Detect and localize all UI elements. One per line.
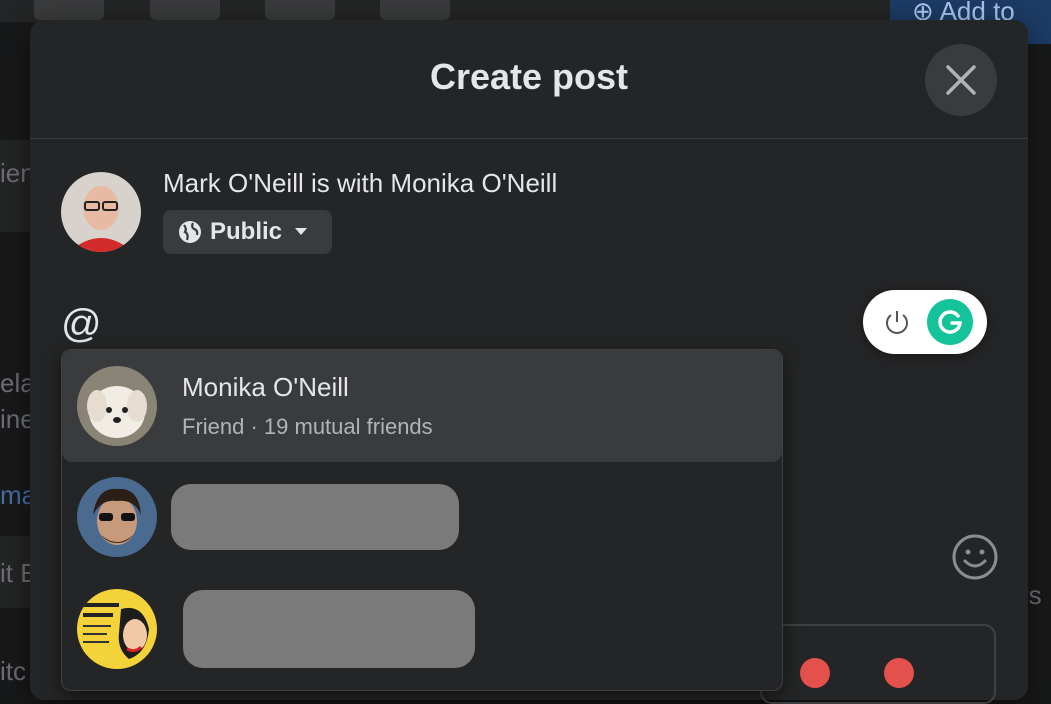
- close-button[interactable]: [925, 44, 997, 116]
- caret-down-icon: [295, 228, 308, 235]
- author-avatar[interactable]: [61, 172, 141, 252]
- background-text: itc: [0, 656, 26, 686]
- mention-subtitle: Friend · 19 mutual friends: [182, 414, 433, 439]
- redacted-name: [183, 590, 475, 668]
- post-composer-input[interactable]: @: [61, 302, 102, 347]
- background-photo: [150, 0, 220, 20]
- avatar: [77, 366, 157, 446]
- background-photo: [34, 0, 104, 20]
- grammarly-power-button[interactable]: [877, 302, 917, 342]
- power-icon: [886, 311, 908, 334]
- emoji-button[interactable]: [950, 532, 1000, 582]
- audience-selector[interactable]: Public: [163, 210, 332, 254]
- tag-icon[interactable]: [884, 658, 914, 688]
- grammarly-button[interactable]: [927, 299, 973, 345]
- photo-icon[interactable]: [800, 658, 830, 688]
- mention-item[interactable]: [62, 462, 782, 574]
- mention-item[interactable]: Monika O'Neill Friend · 19 mutual friend…: [62, 350, 782, 462]
- close-icon: [946, 65, 976, 95]
- redacted-name: [171, 484, 459, 550]
- mention-item[interactable]: [62, 574, 782, 686]
- mention-name: Monika O'Neill: [182, 372, 349, 402]
- add-to-post-bar: [760, 624, 996, 704]
- avatar: [77, 477, 157, 557]
- grammarly-icon: [938, 310, 962, 334]
- grammarly-widget: [863, 290, 987, 354]
- mention-suggestions: Monika O'Neill Friend · 19 mutual friend…: [61, 349, 783, 691]
- author-line: Mark O'Neill is with Monika O'Neill: [163, 168, 558, 198]
- background-photo: [265, 0, 335, 20]
- emoji-icon: [952, 534, 998, 580]
- avatar: [77, 589, 157, 669]
- background-photo: [380, 0, 450, 20]
- dialog-title: Create post: [429, 56, 629, 97]
- dialog-header: Create post: [30, 20, 1028, 139]
- audience-label: Public: [210, 218, 283, 245]
- globe-icon: [179, 221, 201, 243]
